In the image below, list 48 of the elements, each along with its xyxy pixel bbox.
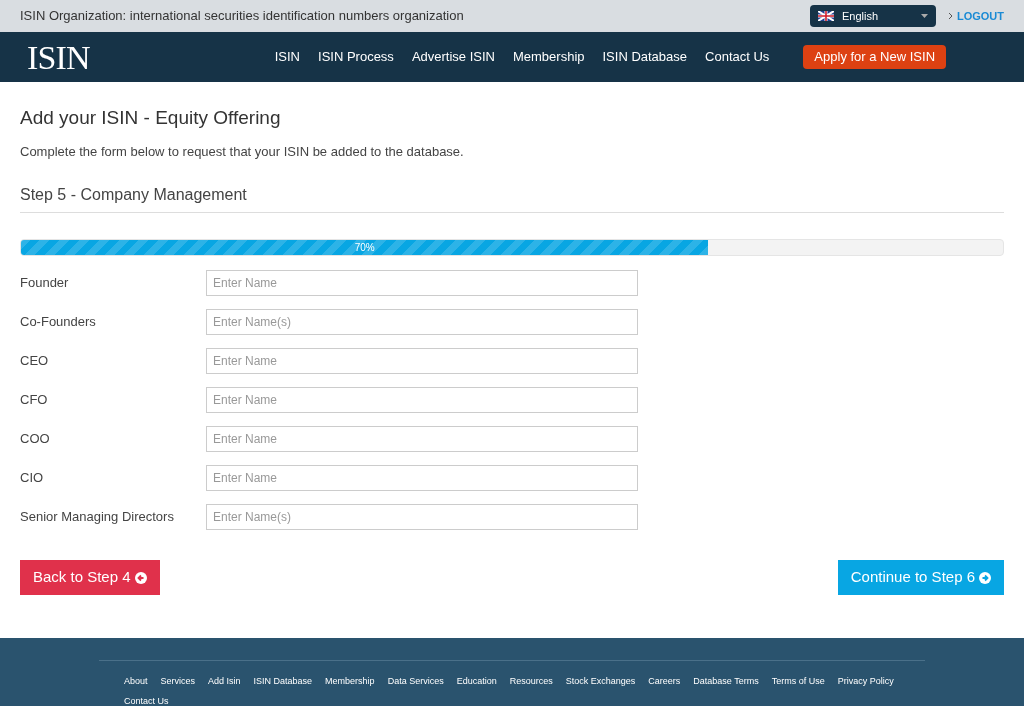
field-label: Founder bbox=[20, 274, 70, 293]
step-title: Step 5 - Company Management bbox=[20, 185, 248, 205]
input-field[interactable]: Enter Name bbox=[206, 270, 638, 296]
input-field[interactable]: Enter Name(s) bbox=[206, 309, 638, 335]
intro-text: Complete the form below to request that your ISIN be added to the database. bbox=[20, 142, 465, 161]
page-title: Add your ISIN - Equity Offering bbox=[20, 106, 282, 130]
nav-link[interactable]: Contact Us bbox=[705, 47, 770, 67]
footer-link[interactable]: Stock Exchanges bbox=[565, 673, 636, 689]
input-field[interactable]: Enter Name bbox=[206, 387, 638, 413]
input-field[interactable]: Enter Name bbox=[206, 465, 638, 491]
footer-link[interactable]: Terms of Use bbox=[771, 673, 825, 689]
nav-link[interactable]: Membership bbox=[512, 47, 585, 67]
chevron-icon bbox=[947, 12, 953, 20]
footer-link[interactable]: Data Services bbox=[387, 673, 444, 689]
nav-link[interactable]: Advertise ISIN bbox=[411, 47, 495, 67]
footer-link[interactable]: Privacy Policy bbox=[837, 673, 894, 689]
footer-link[interactable]: Resources bbox=[509, 673, 553, 689]
back-button[interactable]: Back to Step 4 bbox=[20, 560, 160, 595]
apply-button[interactable]: Apply for a New ISIN bbox=[803, 45, 946, 69]
footer-link[interactable]: ISIN Database bbox=[253, 673, 313, 689]
footer-link[interactable]: Careers bbox=[648, 673, 681, 689]
site-tagline: ISIN Organization: international securities identification numbers organization bbox=[20, 7, 464, 26]
field-label: CEO bbox=[20, 352, 50, 371]
field-label: Senior Managing Directors bbox=[20, 508, 175, 527]
nav-link[interactable]: ISIN Database bbox=[602, 47, 688, 67]
input-field[interactable]: Enter Name bbox=[206, 426, 638, 452]
arrow-left-icon bbox=[134, 571, 147, 584]
progress-fill: 70% bbox=[21, 240, 709, 255]
nav-link[interactable]: ISIN bbox=[274, 47, 300, 67]
footer-link[interactable]: Contact Us bbox=[124, 693, 169, 706]
footer-link[interactable]: Database Terms bbox=[693, 673, 759, 689]
logo[interactable]: ISIN bbox=[27, 31, 90, 83]
field-label: COO bbox=[20, 430, 51, 449]
field-label: CIO bbox=[20, 469, 45, 488]
footer-link[interactable]: Services bbox=[160, 673, 196, 689]
footer-link[interactable]: Add Isin bbox=[208, 673, 241, 689]
footer-link[interactable]: About bbox=[124, 673, 148, 689]
language-select[interactable]: English bbox=[809, 5, 936, 27]
input-field[interactable]: Enter Name(s) bbox=[206, 504, 638, 530]
field-label: Co-Founders bbox=[20, 313, 97, 332]
input-field[interactable]: Enter Name bbox=[206, 348, 638, 374]
arrow-right-icon bbox=[979, 571, 991, 584]
nav-link[interactable]: ISIN Process bbox=[318, 47, 394, 67]
field-label: CFO bbox=[20, 391, 49, 410]
footer-link[interactable]: Education bbox=[456, 673, 497, 689]
flag-icon bbox=[817, 11, 834, 21]
caret-icon bbox=[920, 14, 928, 18]
footer-link[interactable]: Membership bbox=[325, 673, 375, 689]
